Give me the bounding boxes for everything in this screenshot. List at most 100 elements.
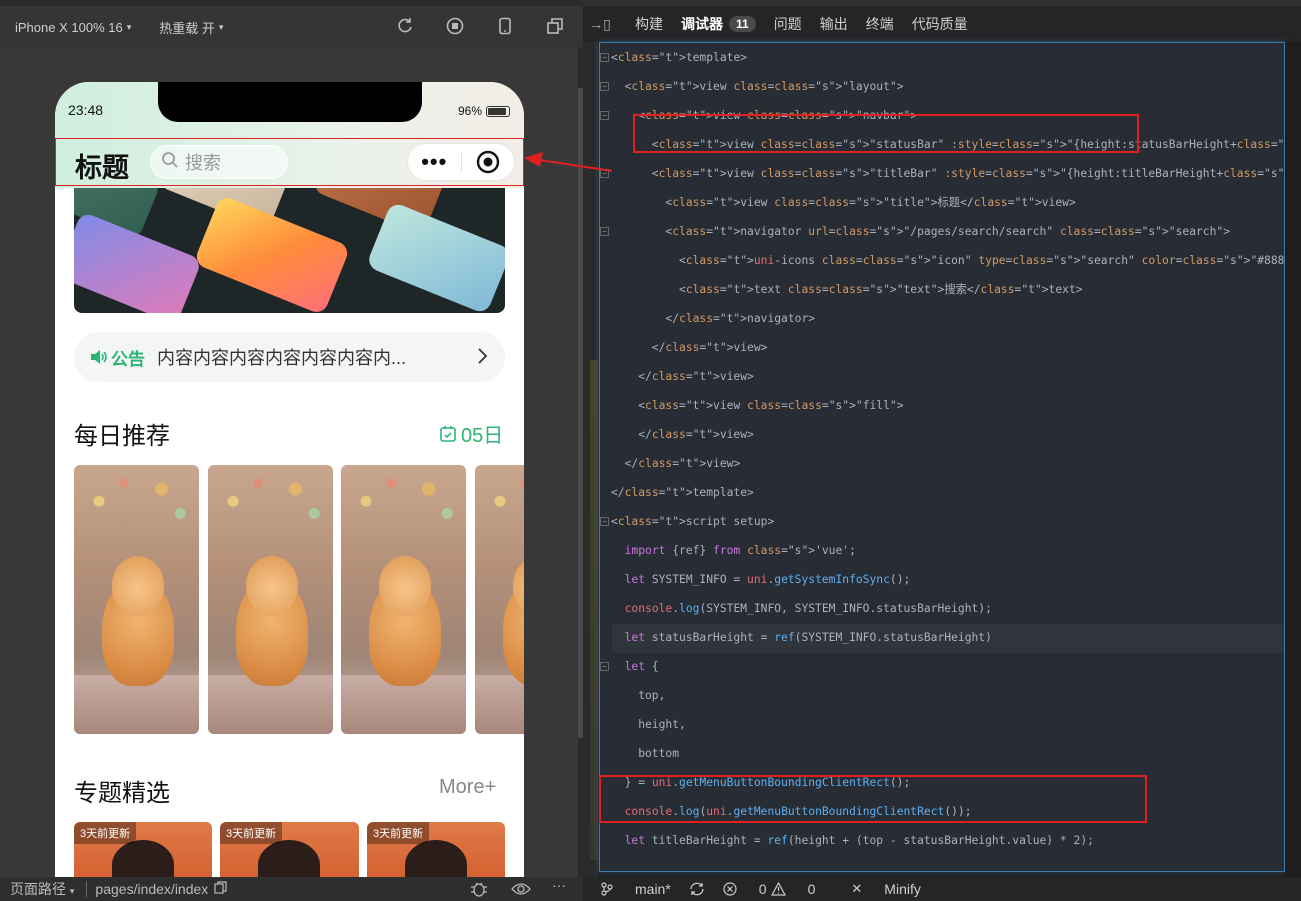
notice-text: 内容内容内容内容内容内容内... — [157, 348, 407, 368]
code-line: <class="t">view class=class="s">"layout"… — [611, 80, 904, 93]
code-line: height, — [611, 718, 686, 731]
change-marker — [590, 360, 598, 860]
branch-name: main* — [635, 881, 671, 897]
editor-statusbar: main* 0 0 ✕ Minify — [583, 877, 1301, 901]
wallpaper-thumb[interactable] — [208, 465, 333, 734]
fold-icon[interactable]: − — [600, 111, 609, 120]
error-icon — [723, 882, 737, 896]
bottom-panel-tabs: →▯ 构建 调试器 11 问题 输出 终端 代码质量 — [583, 6, 1301, 42]
topic-card[interactable]: 3天前更新 — [74, 822, 212, 877]
code-line: let SYSTEM_INFO = uni.getSystemInfoSync(… — [624, 573, 911, 586]
device-select-label: iPhone X 100% 16 — [15, 19, 123, 35]
debugger-count-badge: 11 — [729, 16, 756, 32]
problems-indicator[interactable]: 0 0 — [723, 881, 816, 897]
code-line: console.log(SYSTEM_INFO, SYSTEM_INFO.sta… — [624, 602, 992, 615]
warning-icon — [770, 882, 786, 896]
phone-screen: 23:48 96% 标题 搜索 ••• 公告 内容内容内容内容内容内容内... … — [55, 82, 524, 877]
tab-debugger-label: 调试器 — [681, 16, 723, 32]
battery-indicator: 96% — [458, 104, 510, 118]
more-icon[interactable]: ··· — [552, 877, 566, 893]
hot-reload-select[interactable]: 热重载 开 ▾ — [159, 18, 223, 37]
daily-section-title: 每日推荐 — [74, 423, 170, 450]
code-line: <class="t">uni-icons class=class="s">"ic… — [611, 254, 1285, 267]
minify-label: Minify — [884, 881, 921, 897]
battery-icon — [486, 105, 510, 117]
titlebar-height-code-highlight-box — [599, 775, 1147, 823]
code-line: <class="t">script setup> — [611, 515, 775, 528]
phone-notch — [158, 82, 422, 122]
simulator-toolbar: iPhone X 100% 16 ▾ 热重载 开 ▾ — [0, 0, 583, 48]
bug-icon[interactable] — [470, 881, 488, 900]
page-path-label: 页面路径 — [10, 881, 66, 897]
code-line: </class="t">view> — [611, 428, 754, 441]
simulator-statusbar: 页面路径 ▾ pages/index/index ··· — [0, 877, 583, 901]
topics-more-link[interactable]: More+ — [439, 776, 496, 799]
code-line: let { — [624, 660, 659, 673]
tab-debugger[interactable]: 调试器 11 — [681, 14, 756, 34]
device-select[interactable]: iPhone X 100% 16 ▾ — [15, 20, 131, 35]
daily-date-text: 05日 — [461, 425, 504, 447]
calendar-icon — [440, 425, 456, 442]
navbar-highlight-box — [55, 138, 524, 186]
battery-percent: 96% — [457, 104, 482, 118]
wallpaper-thumb[interactable] — [341, 465, 466, 734]
sync-icon[interactable] — [689, 882, 705, 896]
topic-card[interactable]: 3天前更新 — [220, 822, 359, 877]
topics-section-title: 专题精选 — [74, 780, 170, 807]
status-time: 23:48 — [68, 102, 104, 118]
tab-terminal[interactable]: 终端 — [866, 14, 894, 34]
detach-window-icon[interactable] — [545, 16, 565, 36]
fold-icon[interactable]: − — [600, 227, 609, 236]
git-branch-icon — [601, 882, 613, 896]
copy-icon[interactable] — [214, 881, 227, 897]
code-editor[interactable]: <class="t">template> − <class="t">view cl… — [599, 42, 1285, 872]
close-icon: ✕ — [851, 881, 863, 896]
wallpaper-thumb[interactable] — [475, 465, 524, 734]
minify-toggle[interactable]: ✕ Minify — [833, 881, 920, 897]
tab-build[interactable]: 构建 — [635, 14, 663, 34]
second-editor-edge — [1285, 42, 1301, 877]
chevron-right-icon — [477, 346, 489, 371]
panel-toggle-icon[interactable]: →▯ — [583, 16, 617, 33]
code-line: let titleBarHeight = ref(height + (top -… — [624, 834, 1094, 847]
page-path-select[interactable]: 页面路径 ▾ — [10, 879, 74, 899]
code-line: <class="t">navigator url=class="s">"/pag… — [611, 225, 1230, 238]
daily-date: 05日 — [439, 419, 503, 448]
page-path: pages/index/index — [86, 881, 227, 897]
eye-icon[interactable] — [511, 881, 531, 900]
code-line: </class="t">view> — [611, 341, 768, 354]
warning-count: 0 — [807, 881, 816, 897]
fold-icon[interactable]: − — [600, 169, 609, 178]
stop-icon[interactable] — [445, 16, 465, 36]
code-line: let statusBarHeight = ref(SYSTEM_INFO.st… — [624, 631, 992, 644]
editor-panel: →▯ 构建 调试器 11 问题 输出 终端 代码质量 <class="t">tem… — [583, 0, 1301, 901]
fold-icon[interactable]: − — [600, 53, 609, 62]
banner-swiper[interactable] — [74, 188, 505, 313]
fold-icon[interactable]: − — [600, 662, 609, 671]
branch-indicator[interactable]: main* — [601, 881, 671, 897]
chevron-down-icon: ▾ — [218, 21, 224, 32]
simulator-panel: iPhone X 100% 16 ▾ 热重载 开 ▾ 23:48 96% 标题 搜索… — [0, 0, 583, 901]
fold-icon[interactable]: − — [600, 517, 609, 526]
fold-icon[interactable]: − — [600, 82, 609, 91]
refresh-icon[interactable] — [395, 16, 415, 36]
notice-tag: 公告 — [90, 345, 145, 370]
tab-code-quality[interactable]: 代码质量 — [912, 14, 968, 34]
phone-icon[interactable] — [495, 16, 515, 36]
wallpaper-thumb[interactable] — [74, 465, 199, 734]
code-line: </class="t">view> — [611, 370, 754, 383]
topic-card[interactable]: 3天前更新 — [367, 822, 505, 877]
hot-reload-label: 热重载 开 — [159, 20, 215, 36]
tab-problems[interactable]: 问题 — [774, 14, 802, 34]
code-line: bottom — [611, 747, 680, 760]
topic-badge: 3天前更新 — [367, 822, 430, 844]
code-line: <class="t">text class=class="s">"text">搜… — [611, 283, 1083, 296]
code-line: </class="t">template> — [611, 486, 754, 499]
tab-output[interactable]: 输出 — [820, 14, 848, 34]
titlebar-code-highlight-box — [633, 114, 1139, 153]
code-line: <class="t">template> — [611, 51, 748, 64]
speaker-icon — [91, 350, 107, 364]
chevron-down-icon: ▾ — [69, 886, 75, 896]
code-line: <class="t">view class=class="s">"fill"> — [611, 399, 904, 412]
notice-bar[interactable]: 公告 内容内容内容内容内容内容内... — [74, 332, 505, 382]
